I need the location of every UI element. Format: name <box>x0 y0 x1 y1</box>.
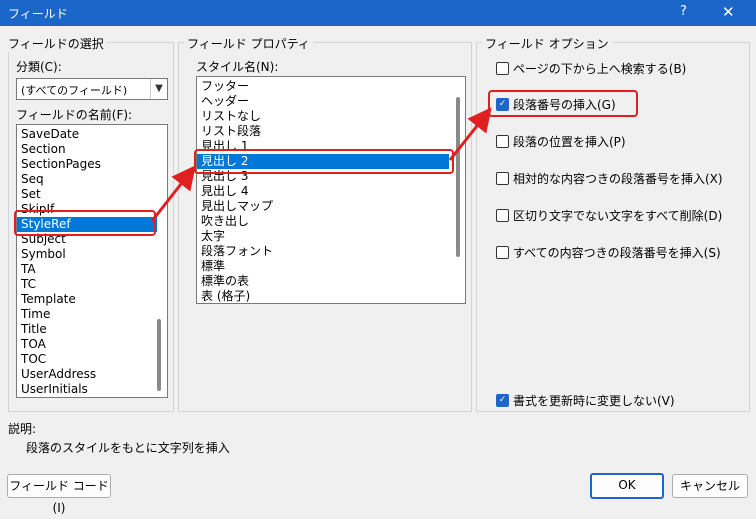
option-label[interactable]: 相対的な内容つきの段落番号を挿入(X) <box>513 170 723 187</box>
option-checkbox[interactable] <box>496 135 509 148</box>
option-label[interactable]: 段落の位置を挿入(P) <box>513 133 626 150</box>
option-checkbox[interactable]: ✓ <box>496 98 509 111</box>
option-checkbox[interactable] <box>496 209 509 222</box>
option-label[interactable]: 区切り文字でない文字をすべて削除(D) <box>513 207 722 224</box>
option-label[interactable]: 段落番号の挿入(G) <box>513 96 616 113</box>
option-checkbox[interactable] <box>496 62 509 75</box>
option-checkbox[interactable] <box>496 246 509 259</box>
option-label[interactable]: すべての内容つきの段落番号を挿入(S) <box>513 244 721 261</box>
option-label[interactable]: ページの下から上へ検索する(B) <box>513 60 686 77</box>
annotation-arrow-2 <box>448 107 492 161</box>
annotation-arrow-1 <box>150 165 196 222</box>
option-checkbox[interactable] <box>496 172 509 185</box>
